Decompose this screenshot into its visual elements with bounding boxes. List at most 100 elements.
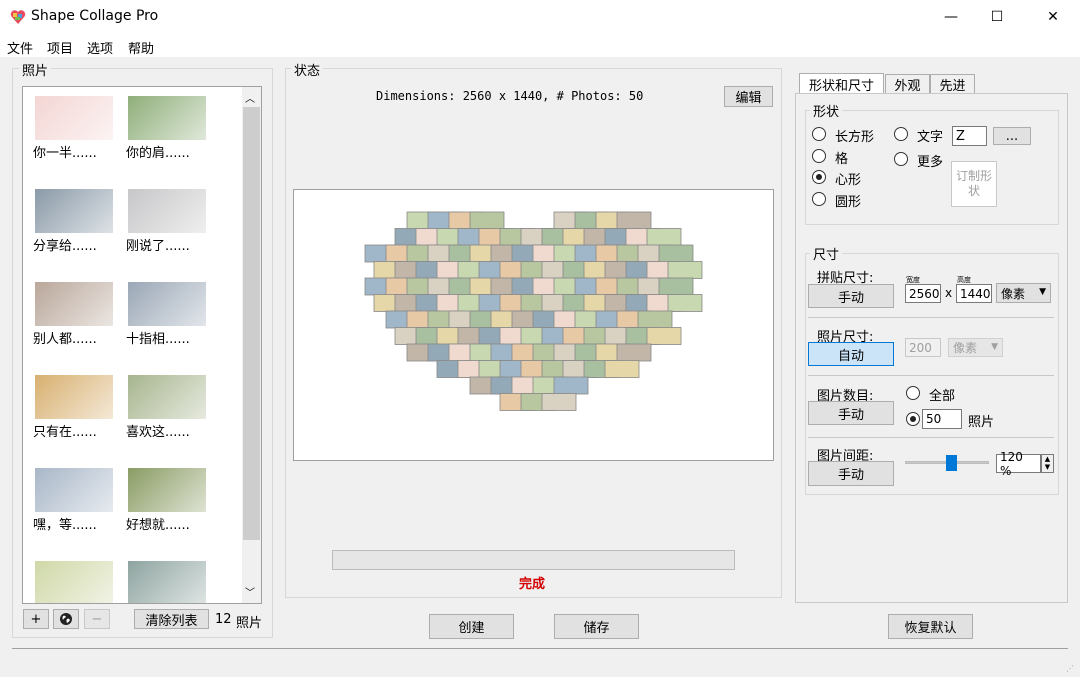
- photo-label: 别人都......: [33, 332, 97, 347]
- close-button[interactable]: ✕: [1030, 0, 1076, 34]
- photo-label: 好想就......: [126, 518, 190, 533]
- photo-label: 你一半......: [33, 146, 97, 161]
- photo-label: 嘿，等......: [33, 518, 97, 533]
- globe-icon: [60, 613, 72, 625]
- shape-text-label: 文字: [917, 130, 944, 145]
- progress-bar: [332, 550, 735, 570]
- menu-options[interactable]: 选项: [87, 38, 113, 57]
- photo-count-unit: 照片: [236, 616, 263, 631]
- times-symbol: x: [945, 286, 953, 300]
- count-all-radio[interactable]: [906, 386, 920, 400]
- scroll-down-icon[interactable]: ﹀: [245, 584, 255, 599]
- shape-rect-radio[interactable]: [812, 127, 826, 141]
- divider: [808, 437, 1054, 438]
- photos-legend: 照片: [19, 60, 52, 79]
- collage-unit-select[interactable]: 像素 ▼: [996, 283, 1051, 303]
- title-bar: [0, 0, 1080, 34]
- shape-circle-radio[interactable]: [812, 192, 826, 206]
- create-button[interactable]: 创建: [429, 614, 514, 639]
- collage-photo-tile: [616, 211, 652, 230]
- spacing-spinner[interactable]: ▲ ▼: [1041, 454, 1054, 473]
- collage-photo-tile: [616, 343, 652, 362]
- shape-more-radio[interactable]: [894, 152, 908, 166]
- collage-photo-tile: [553, 376, 589, 395]
- maximize-button[interactable]: ☐: [974, 0, 1020, 34]
- tab-appearance[interactable]: 外观: [885, 74, 930, 94]
- scrollbar-thumb[interactable]: [243, 107, 260, 540]
- photo-list[interactable]: 你一半...... 你的肩...... 分享给...... 刚说了...... 别人都.…: [22, 86, 262, 604]
- photo-thumbnail[interactable]: [128, 561, 206, 603]
- count-all-label: 全部: [929, 389, 956, 404]
- status-strip-divider: [12, 648, 1068, 649]
- resize-grip-icon[interactable]: ⋰: [1066, 664, 1074, 673]
- restore-defaults-button[interactable]: 恢复默认: [888, 614, 973, 639]
- photo-thumbnail[interactable]: [35, 282, 113, 326]
- count-custom-radio[interactable]: [906, 412, 920, 426]
- collage-photo-tile: [658, 277, 694, 296]
- photo-thumbnail[interactable]: [128, 468, 206, 512]
- shape-text-input[interactable]: Z: [952, 126, 987, 146]
- collage-photo-tile: [646, 228, 682, 246]
- photo-count: 12: [215, 612, 232, 627]
- photo-count-input[interactable]: 50: [922, 409, 962, 429]
- photo-thumbnail[interactable]: [35, 96, 113, 140]
- custom-shape-button[interactable]: 订制形状: [951, 161, 997, 207]
- collage-photo-tile: [667, 294, 703, 312]
- shape-grid-label: 格: [835, 152, 849, 167]
- collage-photo-tile: [637, 310, 673, 329]
- collage-photo-tile: [658, 244, 694, 263]
- photo-thumbnail[interactable]: [128, 96, 206, 140]
- shape-heart-radio[interactable]: [812, 170, 826, 184]
- collage-photo-tile: [604, 360, 640, 378]
- spacing-slider-thumb[interactable]: [946, 455, 958, 471]
- add-photo-button[interactable]: +: [23, 609, 49, 629]
- clear-list-button[interactable]: 清除列表: [134, 609, 209, 629]
- collage-photo-tile: [646, 327, 682, 345]
- photo-thumbnail[interactable]: [35, 375, 113, 419]
- photo-label: 分享给......: [33, 239, 97, 254]
- photo-thumbnail[interactable]: [128, 375, 206, 419]
- photo-count-unit-label: 照片: [968, 415, 995, 430]
- photo-label: 十指相......: [126, 332, 190, 347]
- edit-button[interactable]: 编辑: [724, 86, 773, 107]
- dimensions-text: Dimensions: 2560 x 1440, # Photos: 50: [376, 89, 644, 103]
- web-photos-button[interactable]: [53, 609, 79, 629]
- tab-shape-size[interactable]: 形状和尺寸: [799, 73, 884, 95]
- collage-width-input[interactable]: 2560: [905, 284, 941, 303]
- photo-thumbnail[interactable]: [35, 468, 113, 512]
- shape-text-radio[interactable]: [894, 127, 908, 141]
- photo-size-input[interactable]: 200: [905, 338, 941, 357]
- collage-unit-value: 像素: [1001, 286, 1026, 301]
- photo-size-mode-button[interactable]: 自动: [808, 342, 894, 366]
- shape-grid-radio[interactable]: [812, 149, 826, 163]
- photo-thumbnail[interactable]: [35, 561, 113, 603]
- photo-thumbnail[interactable]: [128, 282, 206, 326]
- collage-photo-tile: [469, 211, 505, 230]
- app-logo-icon: [10, 10, 26, 24]
- divider: [808, 317, 1054, 318]
- tab-advanced[interactable]: 先进: [930, 74, 975, 94]
- minimize-button[interactable]: —: [928, 0, 974, 34]
- photo-unit-select[interactable]: 像素 ▼: [948, 338, 1003, 357]
- scroll-up-icon[interactable]: ︿: [245, 90, 255, 105]
- save-button[interactable]: 储存: [554, 614, 639, 639]
- spacing-mode-button[interactable]: 手动: [808, 461, 894, 486]
- photo-thumbnail[interactable]: [128, 189, 206, 233]
- photo-count-mode-button[interactable]: 手动: [808, 401, 894, 425]
- photo-thumbnail[interactable]: [35, 189, 113, 233]
- shape-rect-label: 长方形: [835, 130, 875, 145]
- photo-unit-value: 像素: [953, 341, 978, 355]
- menu-project[interactable]: 项目: [47, 38, 73, 57]
- remove-photo-button[interactable]: −: [84, 609, 110, 629]
- menu-bar: [0, 34, 1080, 58]
- collage-height-input[interactable]: 1440: [956, 284, 992, 303]
- window-title: Shape Collage Pro: [31, 8, 159, 24]
- status-legend: 状态: [291, 60, 324, 79]
- collage-size-mode-button[interactable]: 手动: [808, 284, 894, 308]
- menu-file[interactable]: 文件: [7, 38, 33, 57]
- spacing-input[interactable]: 120 %: [996, 450, 1041, 478]
- shape-circle-label: 圆形: [835, 195, 862, 210]
- status-text: 完成: [519, 577, 546, 592]
- font-picker-button[interactable]: ...: [993, 127, 1031, 145]
- menu-help[interactable]: 帮助: [128, 38, 154, 57]
